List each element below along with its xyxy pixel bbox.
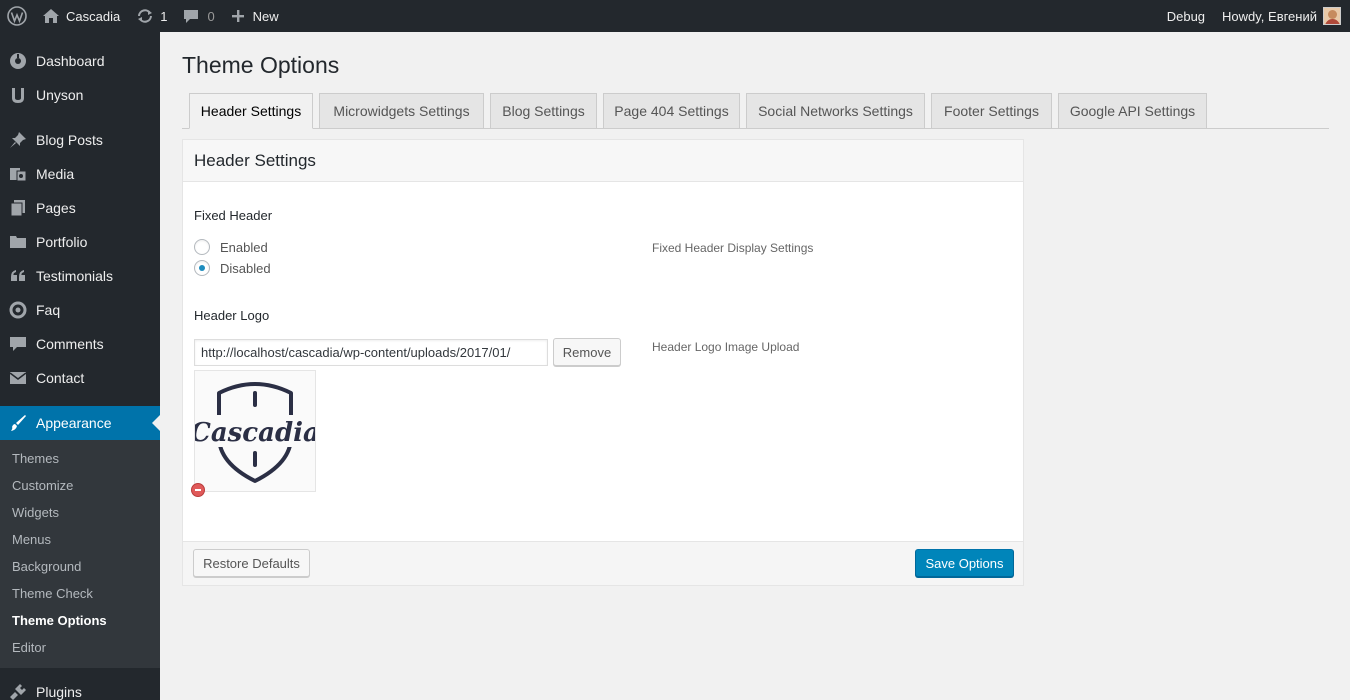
sidebar-item-label: Comments [36,336,104,352]
cascadia-logo: Cascadia [190,382,320,483]
debug-link[interactable]: Debug [1159,0,1214,32]
fixed-header-description: Fixed Header Display Settings [652,241,814,255]
radio-enabled[interactable] [194,239,210,255]
sidebar-item-pages[interactable]: Pages [0,191,160,225]
panel-heading: Header Settings [183,140,1023,182]
sidebar-item-label: Faq [36,302,61,318]
brush-icon [8,413,28,433]
radio-disabled[interactable] [194,260,210,276]
comments-link[interactable]: 0 [175,0,222,32]
tab-page-404-settings[interactable]: Page 404 Settings [603,93,740,129]
site-name-link[interactable]: Cascadia [34,0,128,32]
sidebar-item-unyson[interactable]: Unyson [0,78,160,112]
sidebar-item-label: Appearance [36,415,112,431]
admin-sidebar: Dashboard Unyson Blog Posts Media Pages … [0,32,160,700]
radio-enabled-label: Enabled [220,239,268,255]
sidebar-item-label: Contact [36,370,85,386]
tab-microwidgets-settings[interactable]: Microwidgets Settings [319,93,484,129]
sidebar-item-media[interactable]: Media [0,157,160,191]
options-tabs: Header Settings Microwidgets Settings Bl… [182,93,1329,129]
tab-footer-settings[interactable]: Footer Settings [931,93,1052,129]
sidebar-item-contact[interactable]: Contact [0,361,160,395]
header-settings-panel: Header Settings Fixed Header Enabled Dis… [182,139,1024,586]
mail-icon [8,368,28,388]
header-logo-description: Header Logo Image Upload [652,340,800,354]
radio-disabled-row[interactable]: Disabled [194,260,271,276]
remove-image-icon[interactable] [191,483,205,497]
appearance-submenu: Themes Customize Widgets Menus Backgroun… [0,440,160,668]
submenu-item-background[interactable]: Background [0,553,160,580]
dashboard-icon [8,51,28,71]
media-icon [8,164,28,184]
new-label: New [252,8,279,24]
sidebar-item-portfolio[interactable]: Portfolio [0,225,160,259]
refresh-icon [136,8,154,24]
sidebar-item-label: Portfolio [36,234,88,250]
lifebuoy-icon [8,300,28,320]
sidebar-item-testimonials[interactable]: Testimonials [0,259,160,293]
unyson-icon [8,85,28,105]
folder-icon [8,232,28,252]
sidebar-item-comments[interactable]: Comments [0,327,160,361]
logo-text: Cascadia [195,418,315,448]
sidebar-item-blog-posts[interactable]: Blog Posts [0,123,160,157]
admin-bar: Cascadia 1 0 New Debug Howdy, Евгений [0,0,1350,32]
site-name: Cascadia [66,8,121,24]
sidebar-item-label: Dashboard [36,53,105,69]
tab-blog-settings[interactable]: Blog Settings [490,93,597,129]
restore-defaults-button[interactable]: Restore Defaults [193,549,310,577]
submenu-item-theme-check[interactable]: Theme Check [0,580,160,607]
howdy-label: Howdy, Евгений [1222,8,1317,24]
sidebar-item-label: Testimonials [36,268,114,284]
sidebar-item-label: Blog Posts [36,132,103,148]
submenu-item-editor[interactable]: Editor [0,634,160,661]
tab-google-api-settings[interactable]: Google API Settings [1058,93,1207,129]
submenu-item-themes[interactable]: Themes [0,445,160,472]
header-logo-title: Header Logo [194,308,270,323]
new-content-link[interactable]: New [223,0,287,32]
updates-count: 1 [160,8,168,24]
avatar [1323,7,1341,25]
quote-icon [8,266,28,286]
submenu-item-customize[interactable]: Customize [0,472,160,499]
sidebar-item-faq[interactable]: Faq [0,293,160,327]
logo-preview: Cascadia [190,370,320,492]
fixed-header-title: Fixed Header [194,208,273,223]
plug-icon [8,682,28,700]
sidebar-item-plugins[interactable]: Plugins [0,675,160,700]
account-menu[interactable]: Howdy, Евгений [1214,0,1350,32]
tab-header-settings[interactable]: Header Settings [189,93,313,129]
save-options-button[interactable]: Save Options [915,549,1014,577]
wordpress-logo-icon[interactable] [0,0,34,32]
radio-enabled-row[interactable]: Enabled [194,239,268,255]
submenu-item-menus[interactable]: Menus [0,526,160,553]
comment-icon [8,334,28,354]
submenu-item-widgets[interactable]: Widgets [0,499,160,526]
sidebar-item-label: Unyson [36,87,84,103]
remove-logo-button[interactable]: Remove [553,338,621,366]
sidebar-item-label: Media [36,166,75,182]
sidebar-item-appearance[interactable]: Appearance [0,406,160,440]
pages-icon [8,198,28,218]
logo-url-input[interactable] [194,339,548,366]
sidebar-item-dashboard[interactable]: Dashboard [0,44,160,78]
pin-icon [8,130,28,150]
sidebar-item-label: Pages [36,200,76,216]
panel-footer: Restore Defaults Save Options [183,541,1023,585]
page-title: Theme Options [182,52,340,78]
comment-bubble-icon [183,8,199,24]
updates-link[interactable]: 1 [128,0,175,32]
plus-icon [231,9,245,23]
tab-social-networks-settings[interactable]: Social Networks Settings [746,93,925,129]
submenu-item-theme-options[interactable]: Theme Options [0,607,160,634]
debug-label: Debug [1166,8,1206,24]
radio-disabled-label: Disabled [220,260,271,276]
comments-count: 0 [207,8,215,24]
home-icon [42,8,60,24]
sidebar-item-label: Plugins [36,684,82,700]
